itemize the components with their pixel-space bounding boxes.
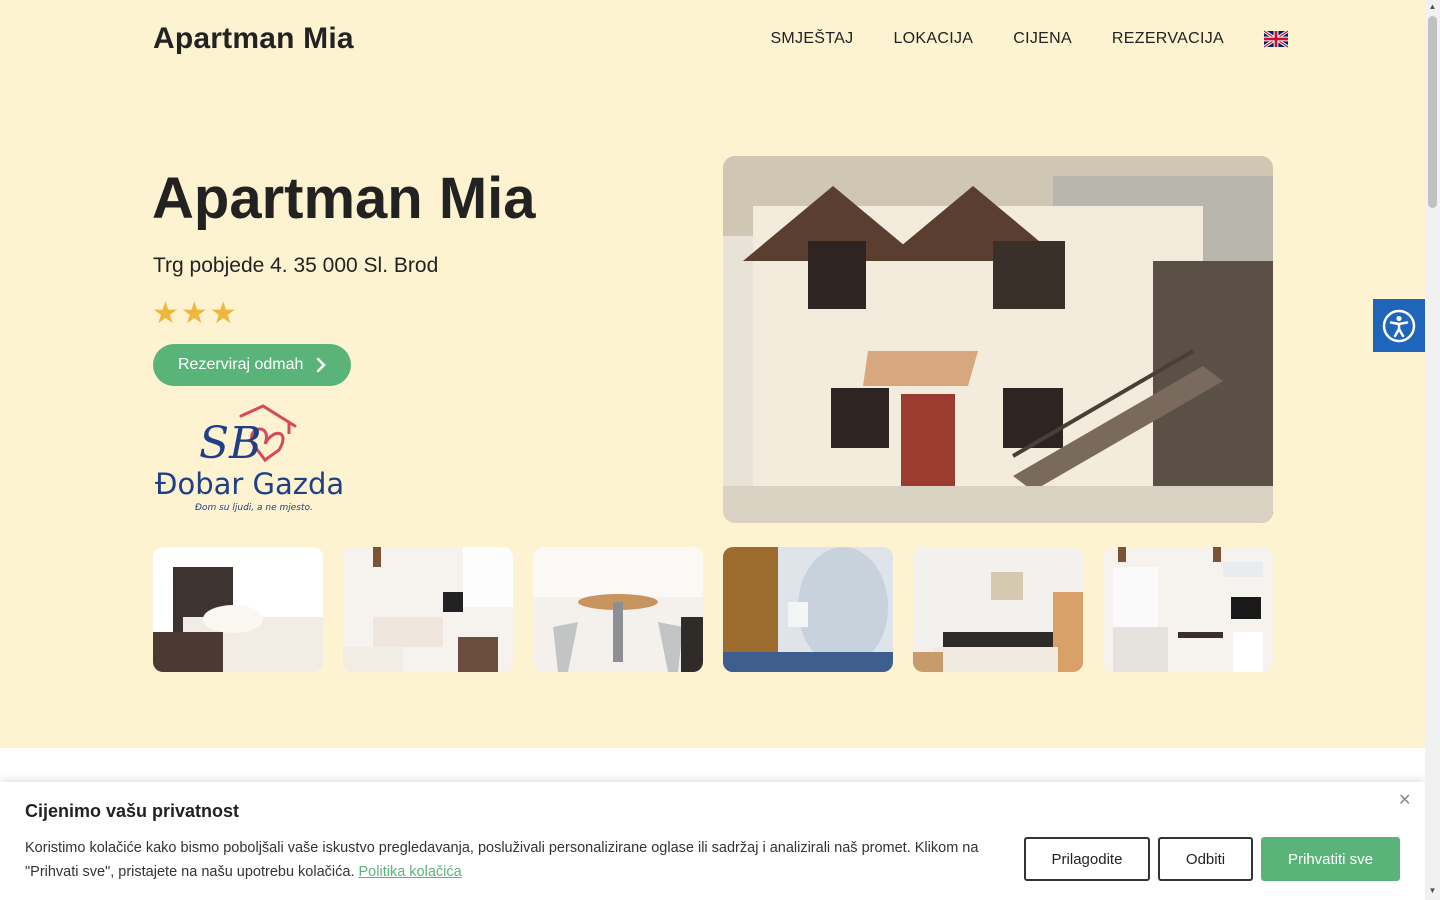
main-nav: SMJEŠTAJ LOKACIJA CIJENA REZERVACIJA [730, 30, 1288, 48]
cookie-text: Koristimo kolačiće kako bismo poboljšali… [25, 840, 979, 880]
thumbnail-bathroom[interactable] [723, 547, 893, 672]
logo-tagline: Đom su ljudi, a ne mjesto. [195, 503, 313, 513]
thumbnail-studio[interactable] [343, 547, 513, 672]
reject-button[interactable]: Odbiti [1158, 837, 1253, 881]
cookie-policy-link[interactable]: Politika kolačića [359, 864, 462, 880]
scrollbar-thumb[interactable] [1428, 16, 1437, 208]
nav-lokacija[interactable]: LOKACIJA [893, 30, 973, 48]
dobar-gazda-logo: SB Đobar Gazda Đom su ljudi, a ne mjesto… [153, 404, 345, 516]
photo-gallery [153, 547, 1273, 672]
customize-button[interactable]: Prilagodite [1024, 837, 1150, 881]
rating-stars: ★★★ [152, 297, 239, 330]
thumbnail-kitchen[interactable] [1103, 547, 1273, 672]
accept-all-button[interactable]: Prihvatiti sve [1261, 837, 1400, 881]
page-title: Apartman Mia [152, 166, 536, 231]
book-now-label: Rezerviraj odmah [178, 356, 304, 373]
logo-name: Đobar Gazda [155, 467, 344, 501]
nav-rezervacija[interactable]: REZERVACIJA [1112, 30, 1224, 48]
thumbnail-bedroom[interactable] [153, 547, 323, 672]
cookie-description: Koristimo kolačiće kako bismo poboljšali… [25, 836, 1010, 884]
scroll-up-arrow-icon[interactable]: ▲ [1428, 2, 1437, 11]
accessibility-icon [1382, 309, 1416, 342]
logo-monogram: SB [199, 418, 261, 469]
thumbnail-double-bed[interactable] [913, 547, 1083, 672]
site-brand[interactable]: Apartman Mia [153, 22, 354, 56]
accessibility-button[interactable] [1373, 299, 1425, 352]
close-icon[interactable]: ✕ [1398, 790, 1411, 810]
nav-cijena[interactable]: CIJENA [1013, 30, 1072, 48]
book-now-button[interactable]: Rezerviraj odmah [153, 344, 351, 386]
scroll-down-arrow-icon[interactable]: ▼ [1428, 886, 1437, 895]
uk-flag-icon[interactable] [1264, 30, 1288, 48]
apartment-exterior-photo[interactable] [723, 156, 1273, 523]
thumbnail-dining[interactable] [533, 547, 703, 672]
chevron-right-icon [317, 357, 327, 373]
address: Trg pobjede 4. 35 000 Sl. Brod [153, 254, 439, 277]
cookie-title: Cijenimo vašu privatnost [25, 801, 240, 821]
nav-smjestaj[interactable]: SMJEŠTAJ [770, 30, 853, 48]
cookie-banner: Cijenimo vašu privatnost ✕ Koristimo kol… [0, 782, 1425, 900]
